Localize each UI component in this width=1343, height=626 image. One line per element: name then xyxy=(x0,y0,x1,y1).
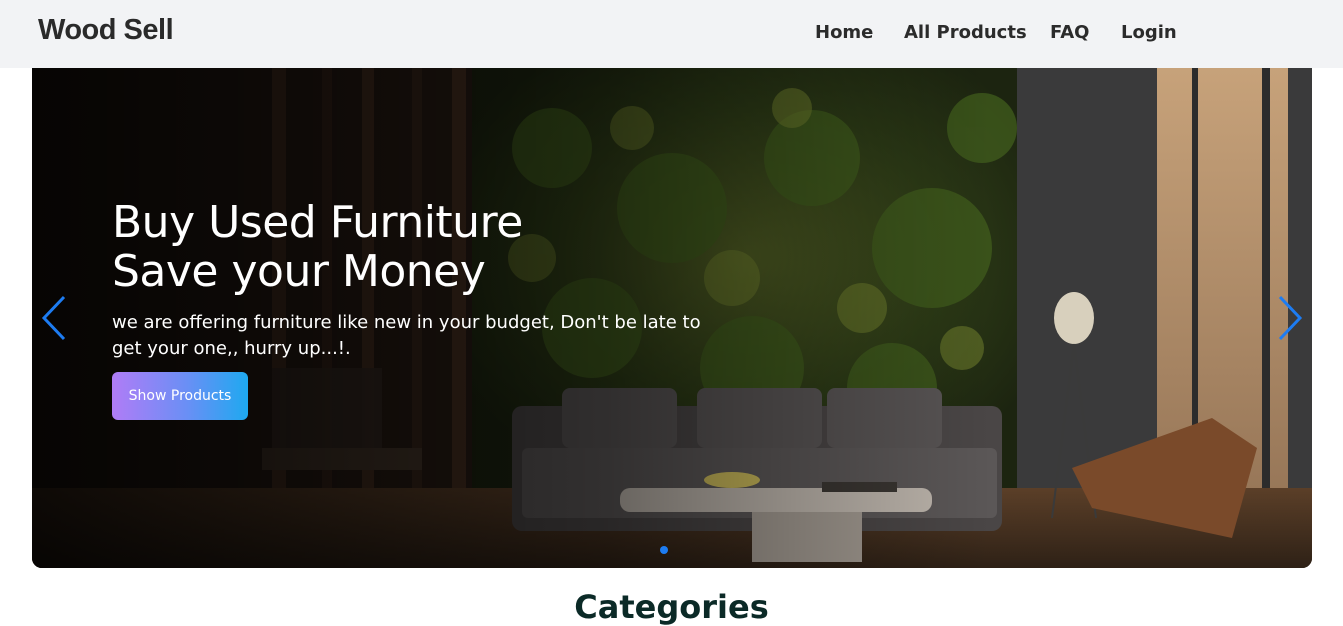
hero-title-line-1: Buy Used Furniture xyxy=(112,197,523,248)
show-products-button[interactable]: Show Products xyxy=(112,372,248,420)
nav-link-all-products[interactable]: All Products xyxy=(904,22,1027,43)
hero-title: Buy Used Furniture Save your Money xyxy=(112,198,732,296)
nav-link-home[interactable]: Home xyxy=(815,22,873,43)
nav-links: Home All Products FAQ Login xyxy=(0,22,1343,50)
nav-link-login[interactable]: Login xyxy=(1121,22,1177,43)
carousel-indicators xyxy=(660,546,668,554)
hero-subtitle: we are offering furniture like new in yo… xyxy=(112,312,701,359)
navbar: Wood Sell Home All Products FAQ Login xyxy=(0,0,1343,68)
chevron-right-icon xyxy=(1278,295,1303,341)
hero-carousel: Buy Used Furniture Save your Money we ar… xyxy=(32,68,1312,568)
categories-heading: Categories xyxy=(574,588,769,626)
carousel-indicator-active[interactable] xyxy=(660,546,668,554)
hero-title-line-2: Save your Money xyxy=(112,246,486,297)
carousel-next-button[interactable] xyxy=(1274,294,1304,342)
nav-link-faq[interactable]: FAQ xyxy=(1050,22,1089,43)
hero-text-block: Buy Used Furniture Save your Money we ar… xyxy=(112,198,732,362)
chevron-left-icon xyxy=(41,295,66,341)
carousel-prev-button[interactable] xyxy=(40,294,70,342)
